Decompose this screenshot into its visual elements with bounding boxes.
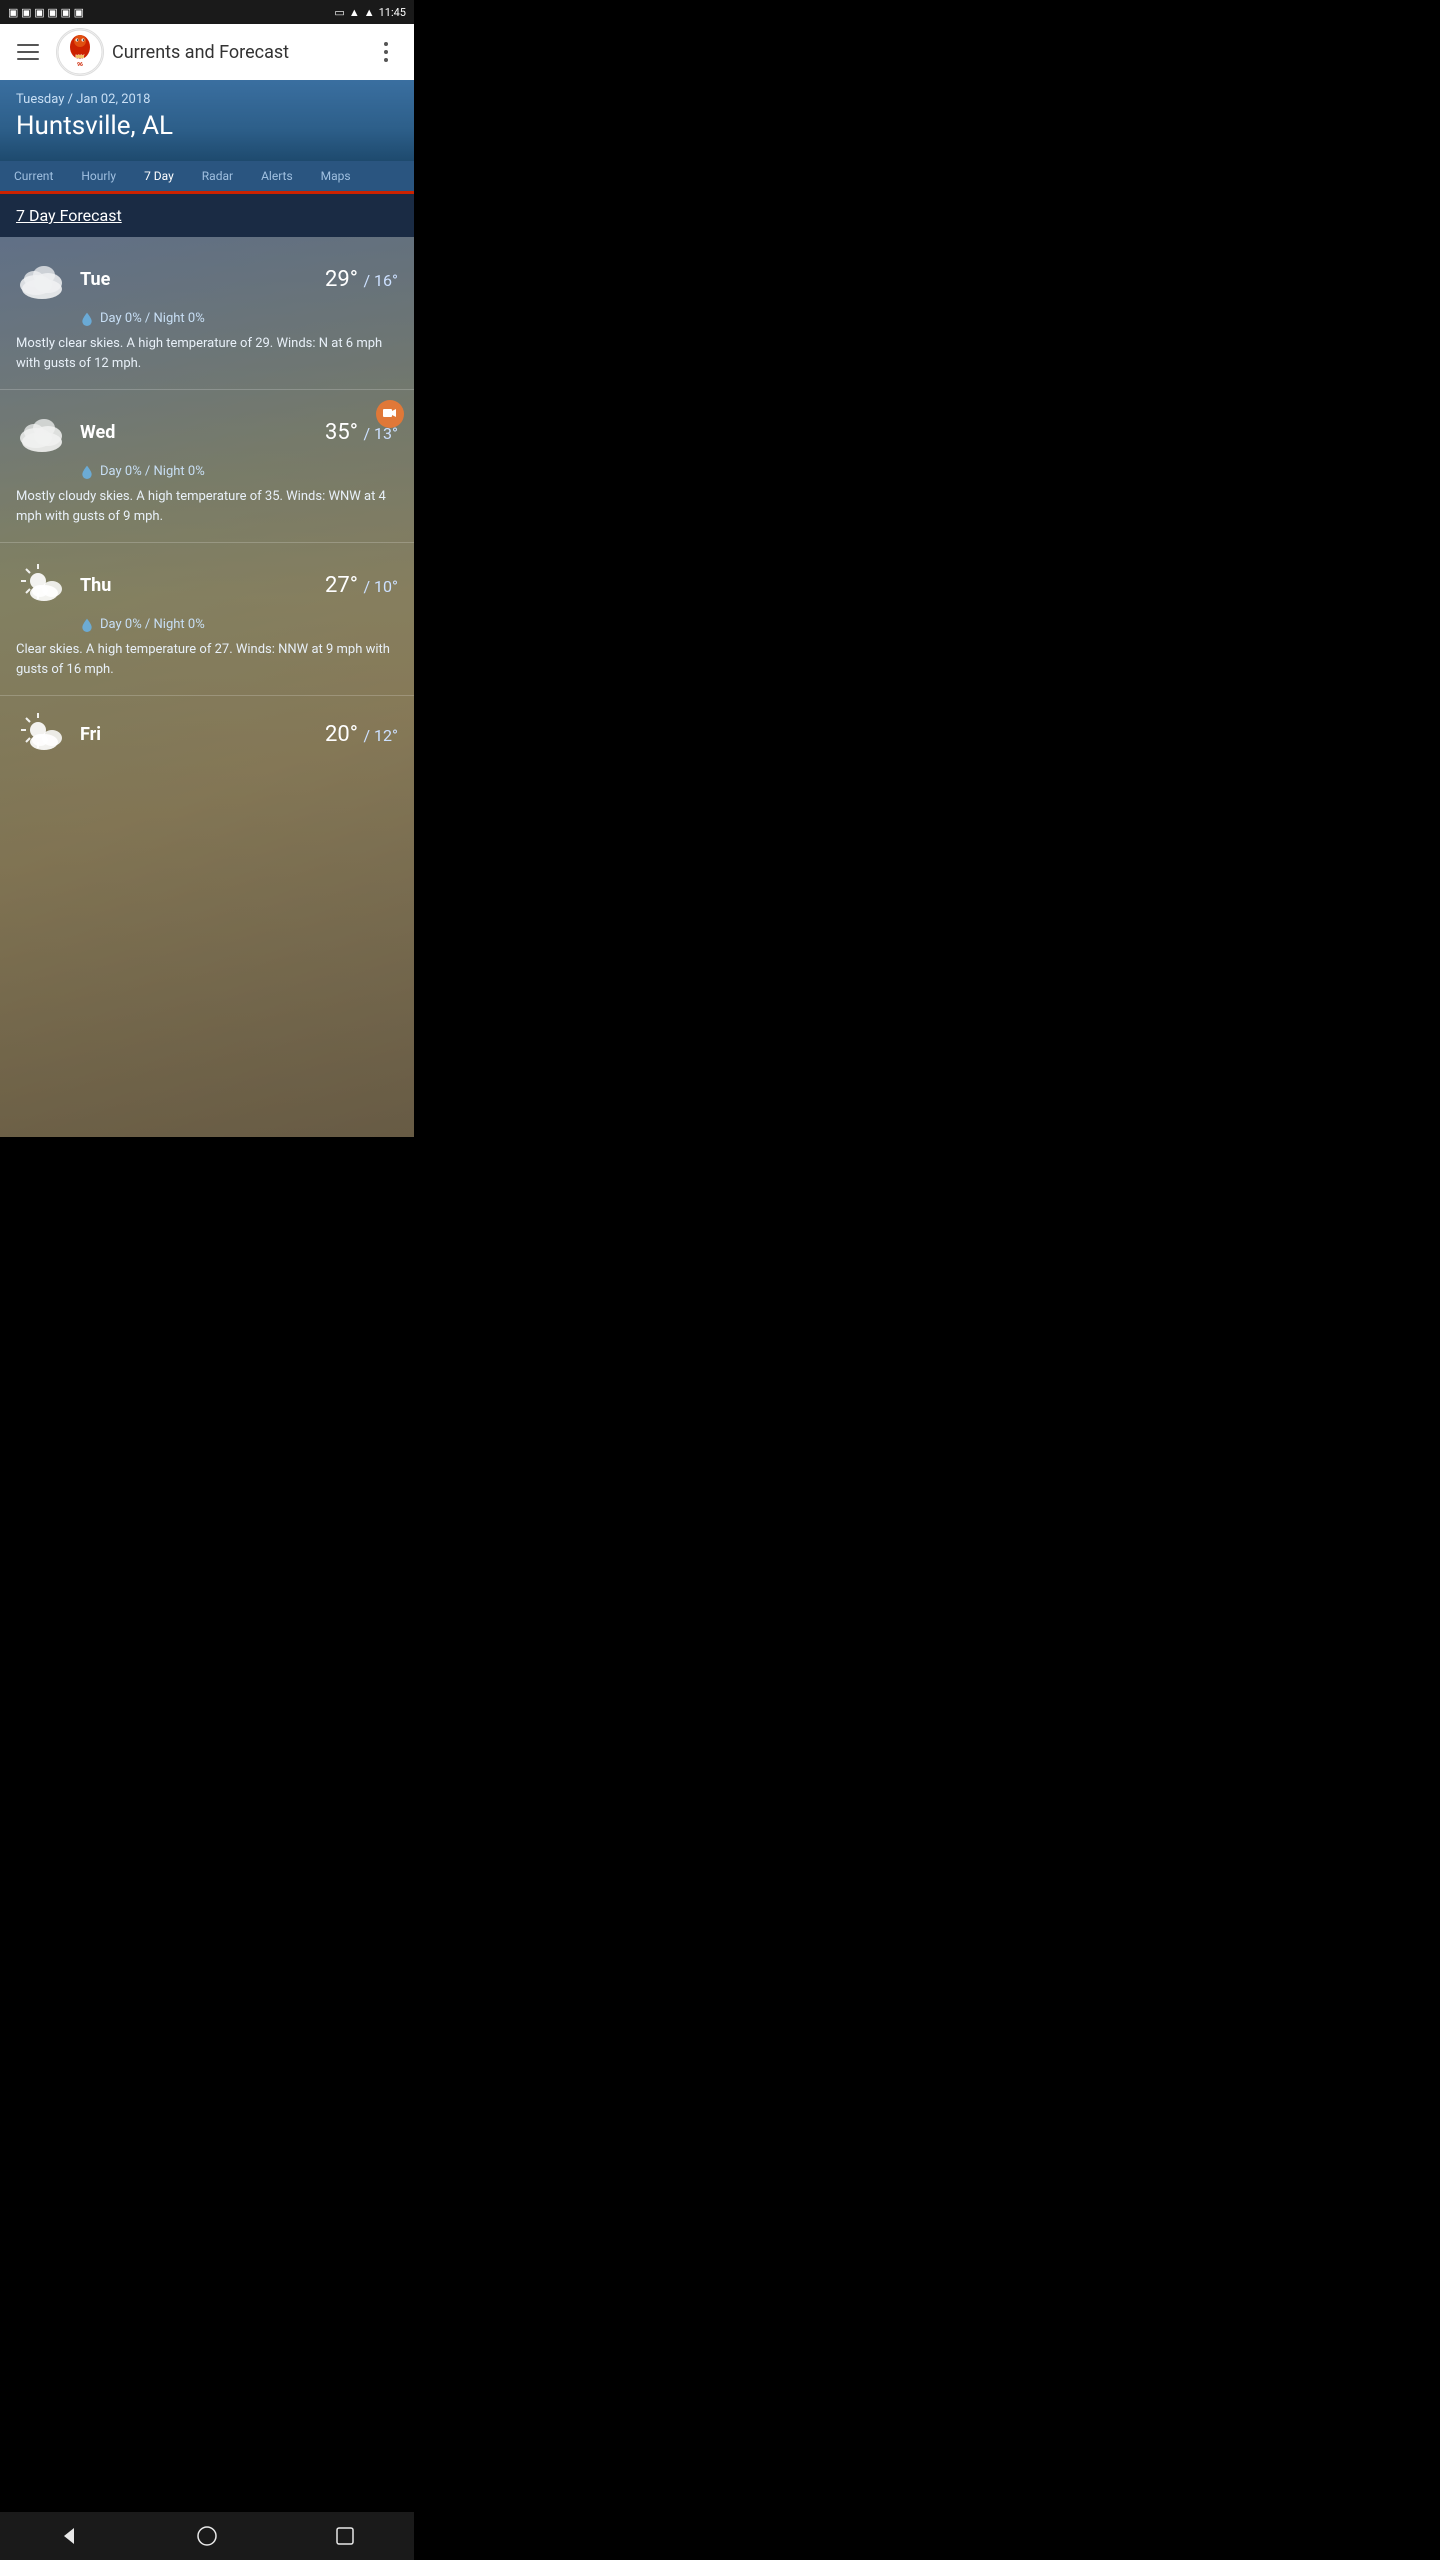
back-button[interactable] xyxy=(39,2516,99,2556)
temp-tue: 29° / 16° xyxy=(325,267,398,292)
cloudy-icon-wed xyxy=(16,410,68,454)
forecast-row-top-thu: Thu 27° / 10° xyxy=(16,559,398,611)
forecast-background: Tue 29° / 16° Day 0% / Night 0% Mostly c… xyxy=(0,237,414,1137)
nav-bar xyxy=(0,2512,414,2560)
forecast-desc-wed: Mostly cloudy skies. A high temperature … xyxy=(16,487,398,534)
day-label-tue: Tue xyxy=(80,269,313,290)
forecast-day-fri: Fri 20° / 12° xyxy=(0,696,414,768)
menu-button[interactable] xyxy=(8,32,48,72)
cloudy-icon-tue xyxy=(16,257,68,301)
location-header: Tuesday / Jan 02, 2018 Huntsville, AL xyxy=(0,80,414,161)
more-dot xyxy=(384,50,388,54)
sunny-icon-fri xyxy=(16,708,68,760)
precip-row-thu: Day 0% / Night 0% xyxy=(80,617,398,632)
tab-current[interactable]: Current xyxy=(0,161,67,194)
weather-icon-wed xyxy=(16,406,68,458)
recent-apps-button[interactable] xyxy=(315,2516,375,2556)
forecast-day-thu: Thu 27° / 10° Day 0% / Night 0% Clear sk… xyxy=(0,543,414,696)
video-icon xyxy=(383,408,397,420)
forecast-day-tue: Tue 29° / 16° Day 0% / Night 0% Mostly c… xyxy=(0,237,414,390)
day-label-wed: Wed xyxy=(80,422,313,443)
signal-icon: ▲ xyxy=(364,6,375,19)
notification-badge xyxy=(376,400,404,428)
forecast-row-top-tue: Tue 29° / 16° xyxy=(16,253,398,305)
rain-drop-icon-thu xyxy=(80,618,94,632)
forecast-section: 7 Day Forecast Tue 29° xyxy=(0,194,414,1137)
status-right: ▭ ▲ ▲ 11:45 xyxy=(334,6,406,19)
forecast-row-partial-fri: Fri 20° / 12° xyxy=(16,708,398,760)
precip-text-thu: Day 0% / Night 0% xyxy=(100,617,205,632)
status-bar: ▣ ▣ ▣ ▣ ▣ ▣ ▭ ▲ ▲ 11:45 xyxy=(0,0,414,24)
day-label-fri: Fri xyxy=(80,724,313,745)
svg-text:96: 96 xyxy=(77,62,83,68)
temp-thu: 27° / 10° xyxy=(325,573,398,598)
precip-row-tue: Day 0% / Night 0% xyxy=(80,311,398,326)
header-title: Currents and Forecast xyxy=(112,42,358,63)
menu-line xyxy=(17,51,39,53)
rain-drop-icon-tue xyxy=(80,312,94,326)
more-options-button[interactable] xyxy=(366,32,406,72)
wifi-icon: ▲ xyxy=(349,6,360,19)
app-logo: KIX 96 xyxy=(56,28,104,76)
weather-icon-fri xyxy=(16,708,68,760)
forecast-day-wed: Wed 35° / 13° Day 0% / Night 0% Mostly c… xyxy=(0,390,414,543)
forecast-section-header: 7 Day Forecast xyxy=(0,194,414,237)
status-left: ▣ ▣ ▣ ▣ ▣ ▣ xyxy=(8,6,84,19)
status-icons: ▣ ▣ ▣ ▣ ▣ ▣ xyxy=(8,6,84,19)
precip-text-wed: Day 0% / Night 0% xyxy=(100,464,205,479)
menu-line xyxy=(17,44,39,46)
tab-hourly[interactable]: Hourly xyxy=(67,161,130,194)
time-display: 11:45 xyxy=(379,6,406,19)
weather-icon-tue xyxy=(16,253,68,305)
tab-maps[interactable]: Maps xyxy=(307,161,365,194)
temp-fri: 20° / 12° xyxy=(325,722,398,747)
forecast-desc-tue: Mostly clear skies. A high temperature o… xyxy=(16,334,398,381)
recent-apps-icon xyxy=(335,2526,355,2546)
forecast-title: 7 Day Forecast xyxy=(16,206,398,225)
back-icon xyxy=(58,2525,80,2547)
partly-sunny-icon-thu xyxy=(16,559,68,611)
tab-7day[interactable]: 7 Day xyxy=(130,161,188,194)
logo-container: KIX 96 xyxy=(56,28,104,76)
app-header: KIX 96 Currents and Forecast xyxy=(0,24,414,80)
battery-icon: ▭ xyxy=(334,6,344,19)
tab-radar[interactable]: Radar xyxy=(188,161,247,194)
location-city: Huntsville, AL xyxy=(16,111,398,141)
forecast-desc-thu: Clear skies. A high temperature of 27. W… xyxy=(16,640,398,687)
logo-svg: KIX 96 xyxy=(57,29,103,75)
tab-alerts[interactable]: Alerts xyxy=(247,161,307,194)
rain-drop-icon-wed xyxy=(80,465,94,479)
location-date: Tuesday / Jan 02, 2018 xyxy=(16,92,398,107)
weather-icon-thu xyxy=(16,559,68,611)
precip-text-tue: Day 0% / Night 0% xyxy=(100,311,205,326)
more-dot xyxy=(384,42,388,46)
day-label-thu: Thu xyxy=(80,575,313,596)
precip-row-wed: Day 0% / Night 0% xyxy=(80,464,398,479)
home-icon xyxy=(196,2525,218,2547)
menu-line xyxy=(17,58,39,60)
forecast-row-top-wed: Wed 35° / 13° xyxy=(16,406,398,458)
home-button[interactable] xyxy=(177,2516,237,2556)
scroll-tabs: Current Hourly 7 Day Radar Alerts Maps xyxy=(0,161,414,194)
more-dot xyxy=(384,58,388,62)
